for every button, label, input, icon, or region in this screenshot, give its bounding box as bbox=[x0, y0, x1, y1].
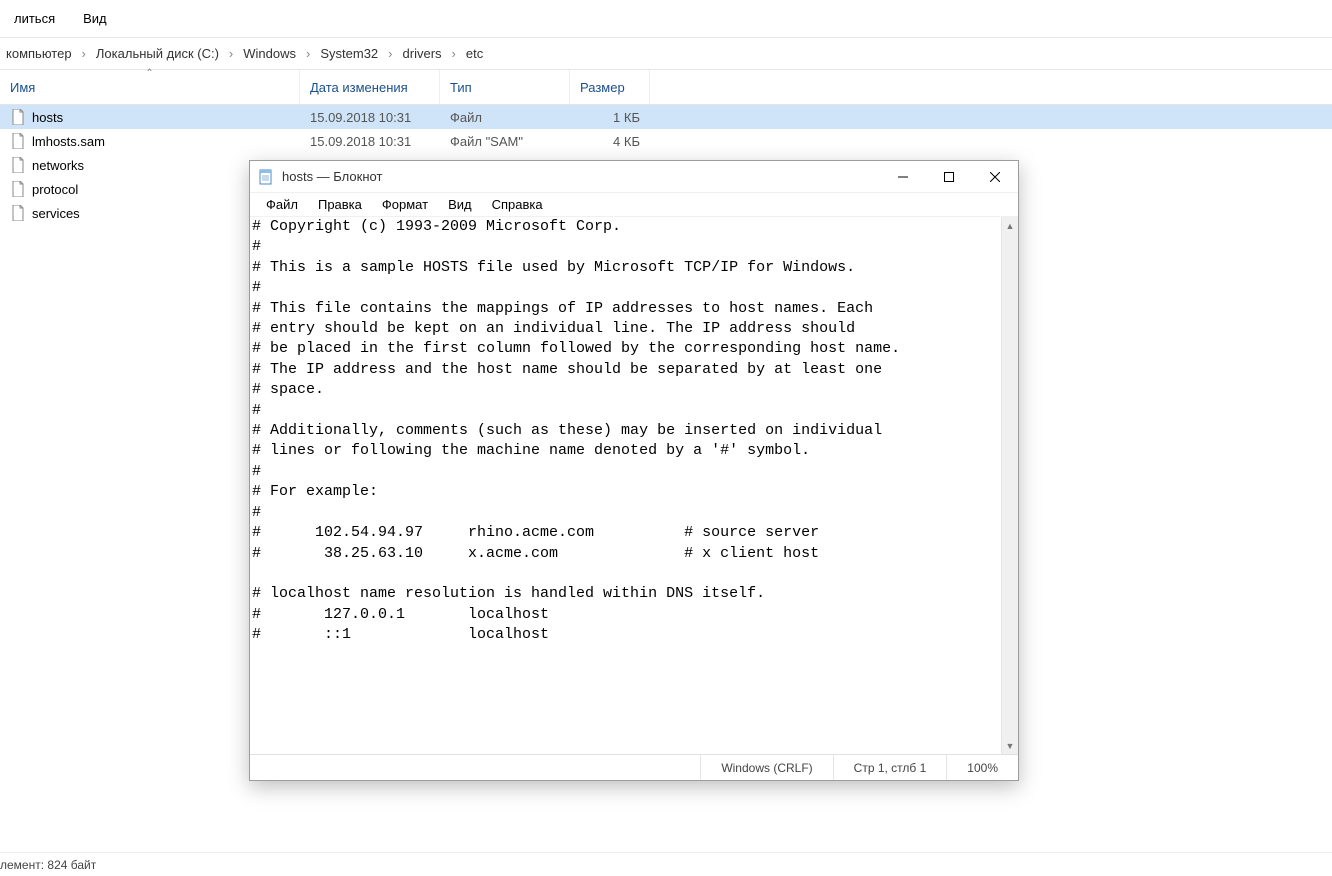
window-controls bbox=[880, 161, 1018, 192]
menu-file[interactable]: Файл bbox=[256, 194, 308, 215]
crumb-etc[interactable]: etc bbox=[460, 42, 489, 65]
notepad-body: # Copyright (c) 1993-2009 Microsoft Corp… bbox=[250, 217, 1018, 754]
file-name: hosts bbox=[32, 110, 63, 125]
file-size: 1 КБ bbox=[570, 110, 650, 125]
file-icon bbox=[10, 205, 26, 221]
col-type-label: Тип bbox=[450, 80, 472, 95]
explorer-menu-bar: литься Вид bbox=[0, 0, 1332, 38]
chevron-right-icon: › bbox=[302, 46, 314, 61]
notepad-titlebar[interactable]: hosts — Блокнот bbox=[250, 161, 1018, 193]
scroll-track[interactable] bbox=[1002, 234, 1018, 737]
menu-edit[interactable]: Правка bbox=[308, 194, 372, 215]
file-icon bbox=[10, 157, 26, 173]
column-header-type[interactable]: Тип bbox=[440, 70, 570, 104]
crumb-drivers[interactable]: drivers bbox=[397, 42, 448, 65]
vertical-scrollbar[interactable]: ▲ ▼ bbox=[1001, 217, 1018, 754]
file-name: services bbox=[32, 206, 80, 221]
chevron-right-icon: › bbox=[78, 46, 90, 61]
scroll-up-icon[interactable]: ▲ bbox=[1002, 217, 1018, 234]
file-date: 15.09.2018 10:31 bbox=[300, 110, 440, 125]
status-bar: лемент: 824 байт bbox=[0, 852, 1332, 876]
status-encoding: Windows (CRLF) bbox=[700, 755, 832, 780]
menu-share[interactable]: литься bbox=[0, 3, 69, 34]
column-header-name[interactable]: Имя ⌃ bbox=[0, 70, 300, 104]
sort-ascending-icon: ⌃ bbox=[145, 68, 153, 79]
file-row[interactable]: lmhosts.sam 15.09.2018 10:31Файл "SAM"4 К… bbox=[0, 129, 1332, 153]
file-size: 4 КБ bbox=[570, 134, 650, 149]
crumb-computer[interactable]: компьютер bbox=[0, 42, 78, 65]
status-text: лемент: 824 байт bbox=[0, 858, 96, 872]
notepad-icon bbox=[258, 169, 274, 185]
file-type: Файл bbox=[440, 110, 570, 125]
file-icon bbox=[10, 133, 26, 149]
file-icon bbox=[10, 181, 26, 197]
chevron-right-icon: › bbox=[384, 46, 396, 61]
crumb-drive[interactable]: Локальный диск (C:) bbox=[90, 42, 225, 65]
menu-view[interactable]: Вид bbox=[69, 3, 121, 34]
col-size-label: Размер bbox=[580, 80, 625, 95]
column-header-date[interactable]: Дата изменения bbox=[300, 70, 440, 104]
status-cursor: Стр 1, стлб 1 bbox=[833, 755, 947, 780]
file-name: protocol bbox=[32, 182, 78, 197]
notepad-title-text: hosts — Блокнот bbox=[282, 169, 880, 184]
menu-help[interactable]: Справка bbox=[482, 194, 553, 215]
col-date-label: Дата изменения bbox=[310, 80, 408, 95]
status-zoom: 100% bbox=[946, 755, 1018, 780]
file-row[interactable]: hosts 15.09.2018 10:31Файл1 КБ bbox=[0, 105, 1332, 129]
notepad-menu-bar: Файл Правка Формат Вид Справка bbox=[250, 193, 1018, 217]
crumb-windows[interactable]: Windows bbox=[237, 42, 302, 65]
col-name-label: Имя bbox=[10, 80, 35, 95]
notepad-text-area[interactable]: # Copyright (c) 1993-2009 Microsoft Corp… bbox=[250, 217, 1001, 754]
file-name: networks bbox=[32, 158, 84, 173]
chevron-right-icon: › bbox=[225, 46, 237, 61]
file-name: lmhosts.sam bbox=[32, 134, 105, 149]
menu-view[interactable]: Вид bbox=[438, 194, 482, 215]
column-headers: Имя ⌃ Дата изменения Тип Размер bbox=[0, 70, 1332, 105]
menu-format[interactable]: Формат bbox=[372, 194, 438, 215]
crumb-system32[interactable]: System32 bbox=[314, 42, 384, 65]
scroll-down-icon[interactable]: ▼ bbox=[1002, 737, 1018, 754]
breadcrumb: компьютер › Локальный диск (C:) › Window… bbox=[0, 38, 1332, 70]
file-date: 15.09.2018 10:31 bbox=[300, 134, 440, 149]
chevron-right-icon: › bbox=[448, 46, 460, 61]
notepad-window: hosts — Блокнот Файл Правка Формат Вид С… bbox=[249, 160, 1019, 781]
close-button[interactable] bbox=[972, 161, 1018, 192]
column-header-size[interactable]: Размер bbox=[570, 70, 650, 104]
file-type: Файл "SAM" bbox=[440, 134, 570, 149]
maximize-button[interactable] bbox=[926, 161, 972, 192]
notepad-status-bar: Windows (CRLF) Стр 1, стлб 1 100% bbox=[250, 754, 1018, 780]
file-icon bbox=[10, 109, 26, 125]
minimize-button[interactable] bbox=[880, 161, 926, 192]
